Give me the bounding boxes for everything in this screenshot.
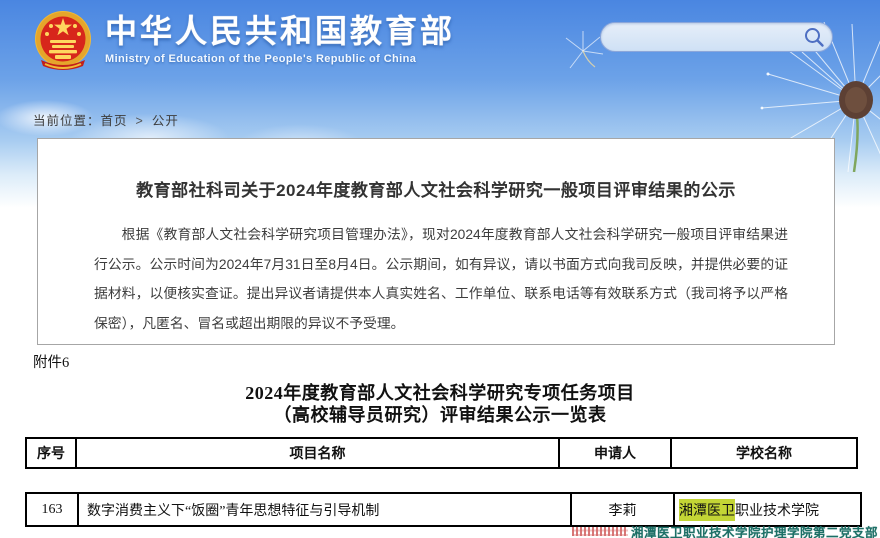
search-box[interactable] [600, 22, 833, 52]
site-subtitle: Ministry of Education of the People's Re… [105, 53, 455, 65]
national-emblem-icon [33, 8, 93, 76]
breadcrumb-home[interactable]: 首页 [101, 114, 128, 128]
watermark-text: 湘潭医卫职业技术学院护理学院第二党支部 [631, 522, 878, 538]
notice-title: 教育部社科司关于2024年度教育部人文社会科学研究一般项目评审结果的公示 [38, 176, 834, 201]
notice-body: 根据《教育部人文社会科学研究项目管理办法》，现对2024年度教育部人文社会科学研… [94, 220, 788, 338]
site-titles: 中华人民共和国教育部 Ministry of Education of the … [105, 8, 455, 65]
red-seal-watermark [572, 527, 628, 536]
col-header-applicant: 申请人 [558, 439, 670, 467]
col-header-school: 学校名称 [670, 439, 856, 467]
result-table-header: 序号 项目名称 申请人 学校名称 [25, 437, 858, 469]
site-brand: 中华人民共和国教育部 Ministry of Education of the … [33, 8, 455, 76]
search-input[interactable] [601, 23, 803, 51]
col-header-no: 序号 [27, 439, 75, 467]
row-school: 湘潭医卫职业技术学院 [673, 494, 860, 525]
col-header-project: 项目名称 [75, 439, 558, 467]
row-school-highlighted: 湘潭医卫 [679, 499, 735, 521]
row-school-rest: 职业技术学院 [735, 500, 819, 520]
page: 中华人民共和国教育部 Ministry of Education of the … [0, 0, 880, 538]
attachment-title-line2: （高校辅导员研究）评审结果公示一览表 [0, 404, 880, 426]
row-applicant: 李莉 [570, 494, 673, 525]
attachment-label: 附件6 [33, 351, 69, 372]
breadcrumb-separator: > [136, 114, 144, 128]
site-title: 中华人民共和国教育部 [105, 12, 455, 50]
row-project: 数字消费主义下“饭圈”青年思想特征与引导机制 [77, 494, 570, 525]
attachment-title: 2024年度教育部人文社会科学研究专项任务项目 （高校辅导员研究）评审结果公示一… [0, 382, 880, 426]
attachment-title-line1: 2024年度教育部人文社会科学研究专项任务项目 [0, 382, 880, 404]
search-icon[interactable] [803, 26, 825, 48]
breadcrumb-label: 当前位置： [33, 114, 101, 128]
watermark: 湘潭医卫职业技术学院护理学院第二党支部 [572, 524, 878, 538]
notice-panel: 教育部社科司关于2024年度教育部人文社会科学研究一般项目评审结果的公示 根据《… [37, 138, 835, 345]
breadcrumb: 当前位置：首页 > 公开 [33, 110, 179, 129]
row-no: 163 [27, 494, 77, 525]
breadcrumb-gongkai[interactable]: 公开 [152, 114, 179, 128]
